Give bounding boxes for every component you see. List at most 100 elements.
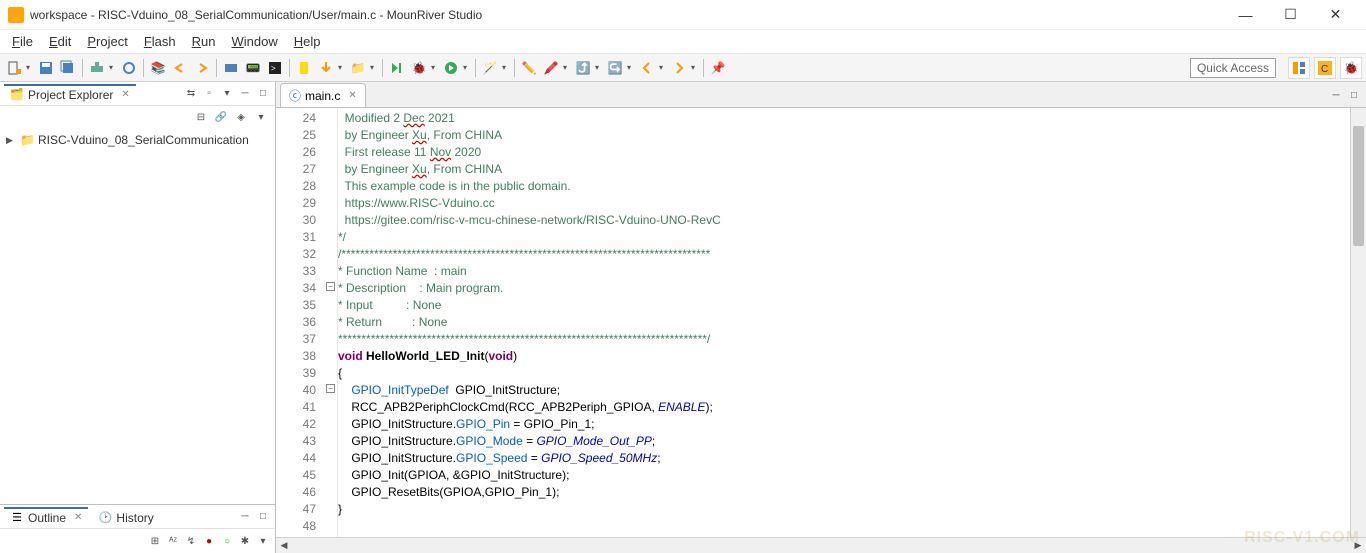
collapse-all-button[interactable]: ⇆ (183, 86, 199, 102)
menu-flash[interactable]: Flash (136, 32, 184, 51)
highlight-button[interactable]: 🖍️ (541, 58, 561, 78)
toggle-button[interactable] (221, 58, 241, 78)
book-icon[interactable]: 📚 (148, 58, 168, 78)
dropdown-icon[interactable]: ▾ (563, 63, 571, 72)
close-icon[interactable]: ✕ (74, 512, 82, 523)
minimize-pane-button[interactable]: ─ (237, 86, 253, 102)
editor-tab-bar: ⓒ main.c ✕ ─ □ (276, 82, 1366, 108)
vertical-scrollbar[interactable] (1350, 108, 1366, 537)
close-button[interactable]: ✕ (1313, 0, 1358, 30)
link-button[interactable]: 🔗 (213, 109, 229, 125)
dropdown-icon[interactable]: ▾ (691, 63, 699, 72)
dropdown-icon[interactable]: ▾ (338, 63, 346, 72)
maximize-button[interactable]: ☐ (1268, 0, 1313, 30)
minimize-button[interactable]: — (1223, 0, 1268, 30)
fold-toggle[interactable]: − (326, 384, 335, 393)
editor-tab-main-c[interactable]: ⓒ main.c ✕ (280, 83, 366, 107)
open-perspective-button[interactable] (1288, 57, 1310, 79)
wand-button[interactable]: 🪄 (480, 58, 500, 78)
pin-button[interactable]: 📌 (708, 58, 728, 78)
undo-button[interactable] (170, 58, 190, 78)
expand-icon[interactable]: ▶ (6, 135, 16, 146)
dropdown-icon[interactable]: ▾ (627, 63, 635, 72)
dropdown-icon[interactable]: ▾ (431, 63, 439, 72)
project-label: RISC-Vduino_08_SerialCommunication (38, 133, 249, 147)
menu-bar: FileEditProjectFlashRunWindowHelp (0, 30, 1366, 54)
build-button[interactable] (87, 58, 107, 78)
link-editor-button[interactable]: ▫ (201, 86, 217, 102)
redo-button[interactable] (192, 58, 212, 78)
outline-title: Outline (28, 511, 66, 525)
folder-icon: 🗂️ (10, 88, 24, 102)
maximize-editor-button[interactable]: □ (1346, 87, 1362, 103)
editor-tab-label: main.c (305, 89, 340, 103)
menu-run[interactable]: Run (184, 32, 224, 51)
project-tree[interactable]: ▶ 📁 RISC-Vduino_08_SerialCommunication (0, 128, 275, 504)
menu-edit[interactable]: Edit (41, 32, 79, 51)
scroll-left-icon[interactable]: ◀ (276, 540, 292, 551)
editor-body[interactable]: 2425262728293031323334353637383940414243… (276, 108, 1366, 537)
view-menu-button[interactable]: ▾ (219, 86, 235, 102)
menu-icon[interactable]: ▾ (253, 109, 269, 125)
step-button[interactable]: ⤴️ (573, 58, 593, 78)
step-over-button[interactable]: ↪️ (605, 58, 625, 78)
filter-button[interactable]: ⊟ (193, 109, 209, 125)
save-button[interactable] (36, 58, 56, 78)
main-toolbar: ▾ ▾ 📚 📟 > ▾ 📁 ▾ 🐞 ▾ ▾ 🪄 ▾ ✏️ 🖍️ ▾ ⤴️ ▾ ↪… (0, 54, 1366, 82)
scrollbar-thumb[interactable] (1353, 126, 1364, 246)
menu-window[interactable]: Window (224, 32, 286, 51)
menu-icon[interactable]: ▾ (255, 533, 271, 549)
device-button[interactable]: 📟 (243, 58, 263, 78)
terminal-button[interactable]: > (265, 58, 285, 78)
menu-file[interactable]: File (4, 32, 41, 51)
fold-toggle[interactable]: − (326, 282, 335, 291)
close-icon[interactable]: ✕ (121, 89, 129, 100)
c-perspective-button[interactable]: C (1314, 57, 1336, 79)
debug-perspective-button[interactable]: 🐞 (1340, 57, 1362, 79)
save-all-button[interactable] (58, 58, 78, 78)
dropdown-icon[interactable]: ▾ (109, 63, 117, 72)
tool-button[interactable]: ✱ (237, 533, 253, 549)
minimize-pane-button[interactable]: ─ (237, 509, 253, 525)
menu-project[interactable]: Project (79, 32, 135, 51)
hide-fields-button[interactable]: ↯ (183, 533, 199, 549)
new-button[interactable] (4, 58, 24, 78)
hide-nonpublic-button[interactable]: ○ (219, 533, 235, 549)
run-button[interactable] (441, 58, 461, 78)
flash-button[interactable] (294, 58, 314, 78)
az-button[interactable]: ᴬᶻ (165, 533, 181, 549)
history-tab[interactable]: 🕑 History (92, 507, 159, 527)
debug-button[interactable]: 🐞 (409, 58, 429, 78)
download-button[interactable] (316, 58, 336, 78)
dropdown-icon[interactable]: ▾ (659, 63, 667, 72)
sort-button[interactable]: ⊞ (147, 533, 163, 549)
skip-button[interactable] (387, 58, 407, 78)
close-icon[interactable]: ✕ (348, 90, 356, 101)
dropdown-icon[interactable]: ▾ (26, 63, 34, 72)
maximize-pane-button[interactable]: □ (255, 509, 271, 525)
quick-access-field[interactable]: Quick Access (1190, 58, 1276, 78)
project-explorer-tab[interactable]: 🗂️ Project Explorer ✕ (4, 84, 136, 104)
minimize-editor-button[interactable]: ─ (1328, 87, 1344, 103)
main-area: 🗂️ Project Explorer ✕ ⇆ ▫ ▾ ─ □ ⊟ 🔗 ◈ ▾ … (0, 82, 1366, 553)
menu-help[interactable]: Help (286, 32, 329, 51)
forward-button[interactable] (669, 58, 689, 78)
maximize-pane-button[interactable]: □ (255, 86, 271, 102)
folding-bar[interactable]: −− (324, 108, 338, 537)
outline-icon: ☰ (10, 511, 24, 525)
rebuild-button[interactable] (119, 58, 139, 78)
outline-tab[interactable]: ☰ Outline ✕ (4, 507, 88, 527)
horizontal-scrollbar[interactable]: ◀ ▶ (276, 537, 1366, 553)
code-content[interactable]: Modified 2 Dec 2021 by Engineer Xu, From… (338, 108, 1350, 537)
dropdown-icon[interactable]: ▾ (463, 63, 471, 72)
svg-text:C: C (1321, 64, 1328, 75)
dropdown-icon[interactable]: ▾ (370, 63, 378, 72)
folder-button[interactable]: 📁 (348, 58, 368, 78)
dropdown-icon[interactable]: ▾ (595, 63, 603, 72)
tree-item[interactable]: ▶ 📁 RISC-Vduino_08_SerialCommunication (4, 132, 271, 148)
hide-static-button[interactable]: ● (201, 533, 217, 549)
edit-button[interactable]: ✏️ (519, 58, 539, 78)
focus-button[interactable]: ◈ (233, 109, 249, 125)
dropdown-icon[interactable]: ▾ (502, 63, 510, 72)
back-button[interactable] (637, 58, 657, 78)
